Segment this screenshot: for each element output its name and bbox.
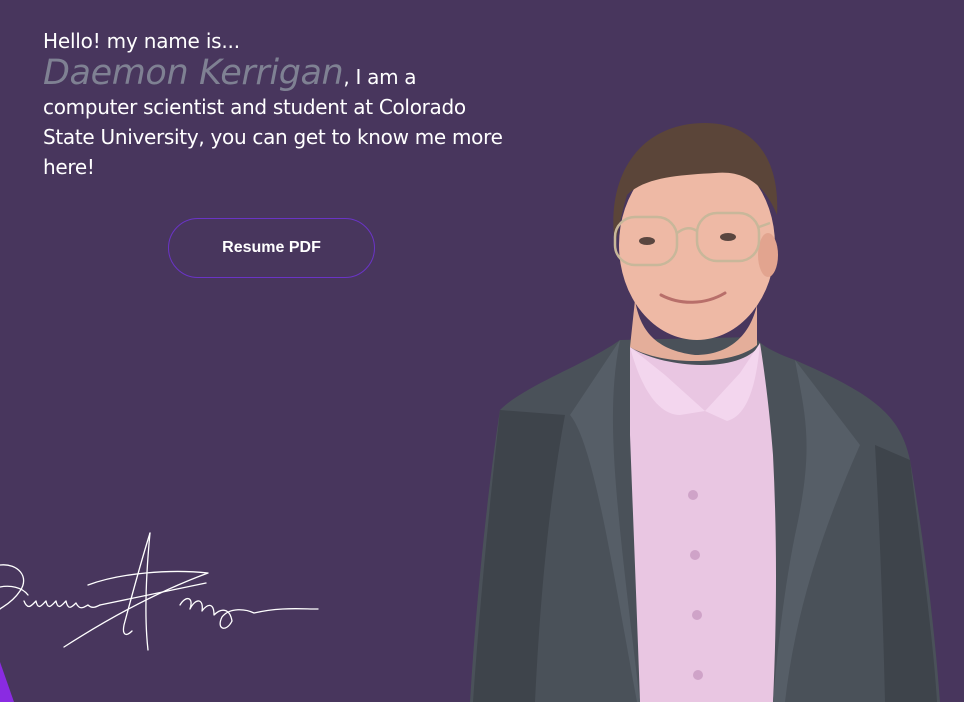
portrait-photo bbox=[470, 123, 940, 702]
signature-image bbox=[0, 532, 319, 651]
intro-block: Hello! my name is... Daemon Kerrigan, I … bbox=[43, 28, 513, 182]
resume-pdf-button[interactable]: Resume PDF bbox=[168, 218, 375, 278]
hero-section: Hello! my name is... Daemon Kerrigan, I … bbox=[0, 0, 964, 702]
owner-name: Daemon Kerrigan bbox=[43, 53, 344, 93]
greeting-text: Hello! my name is... bbox=[43, 29, 240, 53]
bio-paragraph: Daemon Kerrigan, I am a computer scienti… bbox=[43, 56, 513, 182]
corner-accent bbox=[0, 662, 14, 702]
